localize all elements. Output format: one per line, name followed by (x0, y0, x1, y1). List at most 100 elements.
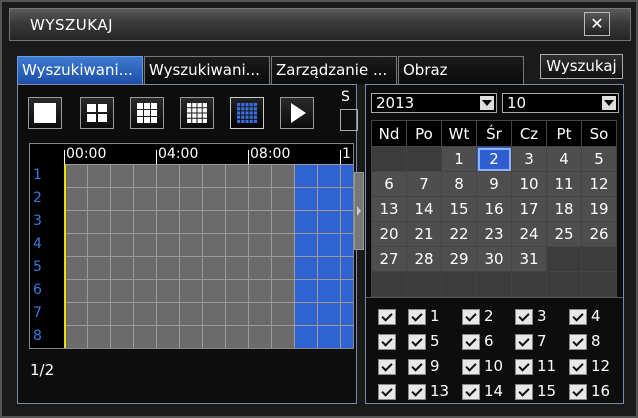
channel-label: 5 (30, 256, 64, 279)
calendar-day[interactable]: 15 (441, 196, 477, 222)
divider (366, 297, 623, 298)
sixteen-view-icon (187, 103, 207, 123)
tab-search-event[interactable]: Wyszukiwani... (144, 56, 270, 84)
layout-2x2-button[interactable] (80, 97, 114, 129)
grid-hline (30, 210, 353, 211)
calendar-day[interactable]: 3 (511, 146, 547, 172)
layout-1x1-button[interactable] (28, 97, 62, 129)
grid-hline (30, 256, 353, 257)
calendar-day[interactable]: 13 (371, 196, 407, 222)
channel-checkbox-label: 2 (484, 307, 494, 325)
window-title: WYSZUKAJ (30, 16, 114, 34)
timeline-grid[interactable]: 00:00 04:00 08:00 1 1 2 3 4 5 6 7 8 (29, 143, 354, 349)
calendar-day[interactable]: 2 (476, 146, 512, 172)
calendar-day[interactable]: 20 (371, 221, 407, 247)
row-select-all-checkbox[interactable] (378, 384, 396, 400)
calendar-day[interactable]: 1 (441, 146, 477, 172)
channel-checkbox-label: 7 (537, 332, 547, 350)
channel-checkbox-label: 15 (537, 382, 557, 400)
time-cursor[interactable] (64, 164, 66, 348)
calendar-day[interactable]: 23 (476, 221, 512, 247)
calendar-day[interactable]: 30 (476, 246, 512, 272)
channel-checkbox[interactable] (462, 309, 480, 325)
calendar-day[interactable]: 29 (441, 246, 477, 272)
month-select[interactable]: 10 (502, 93, 619, 113)
weekday-header: Śr (476, 120, 512, 147)
channel-label: 3 (30, 210, 64, 233)
calendar-day[interactable]: 19 (581, 196, 617, 222)
row-select-all-checkbox[interactable] (378, 359, 396, 375)
year-select[interactable]: 2013 (371, 93, 497, 113)
weekday-header: So (581, 120, 617, 147)
channel-checkbox[interactable] (408, 359, 426, 375)
channel-checkbox-label: 13 (430, 382, 450, 400)
channel-checkbox[interactable] (408, 309, 426, 325)
search-window: WYSZUKAJ ✕ Wyszukiwani... Wyszukiwani...… (0, 0, 638, 418)
side-field[interactable] (340, 109, 358, 131)
grid-hline (30, 325, 353, 326)
calendar-empty-cell (581, 271, 617, 297)
row-select-all-checkbox[interactable] (378, 309, 396, 325)
calendar-day[interactable]: 18 (546, 196, 582, 222)
calendar-day[interactable]: 8 (441, 171, 477, 197)
channel-checkbox[interactable] (462, 359, 480, 375)
calendar-day[interactable]: 21 (406, 221, 442, 247)
tab-image[interactable]: Obraz (398, 56, 524, 84)
calendar-day[interactable]: 5 (581, 146, 617, 172)
calendar-day[interactable]: 7 (406, 171, 442, 197)
channel-checkbox[interactable] (515, 359, 533, 375)
calendar-day[interactable]: 11 (546, 171, 582, 197)
channel-checkbox[interactable] (408, 334, 426, 350)
calendar-empty-cell (371, 271, 407, 297)
calendar-panel: 2013 10 Nd Po Wt Śr Cz Pt So 1 2 3 4 5 6 7 8 9 10 11 12 13 1… (365, 84, 624, 404)
calendar-day[interactable]: 24 (511, 221, 547, 247)
close-button[interactable]: ✕ (584, 12, 610, 36)
calendar-empty-cell (511, 271, 547, 297)
layout-4x4-button[interactable] (180, 97, 214, 129)
calendar-day[interactable]: 10 (511, 171, 547, 197)
layout-3x3-button[interactable] (130, 97, 164, 129)
weekday-header: Cz (511, 120, 547, 147)
channel-checkbox[interactable] (569, 334, 587, 350)
calendar-day[interactable]: 14 (406, 196, 442, 222)
title-bar: WYSZUKAJ ✕ (9, 8, 631, 41)
panel-splitter[interactable] (354, 172, 364, 250)
calendar-day[interactable]: 12 (581, 171, 617, 197)
channel-checkbox-label: 1 (430, 307, 440, 325)
calendar-day[interactable]: 6 (371, 171, 407, 197)
calendar-day[interactable]: 28 (406, 246, 442, 272)
calendar-day[interactable]: 27 (371, 246, 407, 272)
channel-checkbox[interactable] (569, 384, 587, 400)
channel-checkbox[interactable] (515, 384, 533, 400)
page-indicator: 1/2 (30, 361, 55, 379)
channel-checkbox[interactable] (462, 334, 480, 350)
calendar-day[interactable]: 22 (441, 221, 477, 247)
grid-hline (30, 302, 353, 303)
channel-checkbox[interactable] (515, 334, 533, 350)
channel-checkbox[interactable] (569, 309, 587, 325)
tab-search-time[interactable]: Wyszukiwani... (17, 56, 143, 84)
channel-checkbox[interactable] (569, 359, 587, 375)
channel-checkbox[interactable] (515, 309, 533, 325)
channel-label: 1 (30, 164, 64, 187)
channel-checkbox[interactable] (408, 384, 426, 400)
channel-label: 4 (30, 233, 64, 256)
calendar-day[interactable]: 16 (476, 196, 512, 222)
tab-file-management[interactable]: Zarządzanie ... (271, 56, 397, 84)
time-header: 00:00 04:00 08:00 1 (30, 144, 353, 164)
calendar-day[interactable]: 4 (546, 146, 582, 172)
channel-checkbox-label: 3 (537, 307, 547, 325)
calendar-day[interactable]: 26 (581, 221, 617, 247)
play-button[interactable] (280, 97, 314, 129)
calendar-day[interactable]: 9 (476, 171, 512, 197)
channel-checkbox[interactable] (462, 384, 480, 400)
calendar-day[interactable]: 31 (511, 246, 547, 272)
channel-checkbox-label: 4 (591, 307, 601, 325)
play-icon (291, 103, 306, 123)
layout-5x5-button[interactable] (230, 97, 264, 129)
calendar-day[interactable]: 17 (511, 196, 547, 222)
row-select-all-checkbox[interactable] (378, 334, 396, 350)
search-button[interactable]: Wyszukaj (540, 54, 623, 79)
calendar-day[interactable]: 25 (546, 221, 582, 247)
time-label: 08:00 (250, 146, 291, 162)
